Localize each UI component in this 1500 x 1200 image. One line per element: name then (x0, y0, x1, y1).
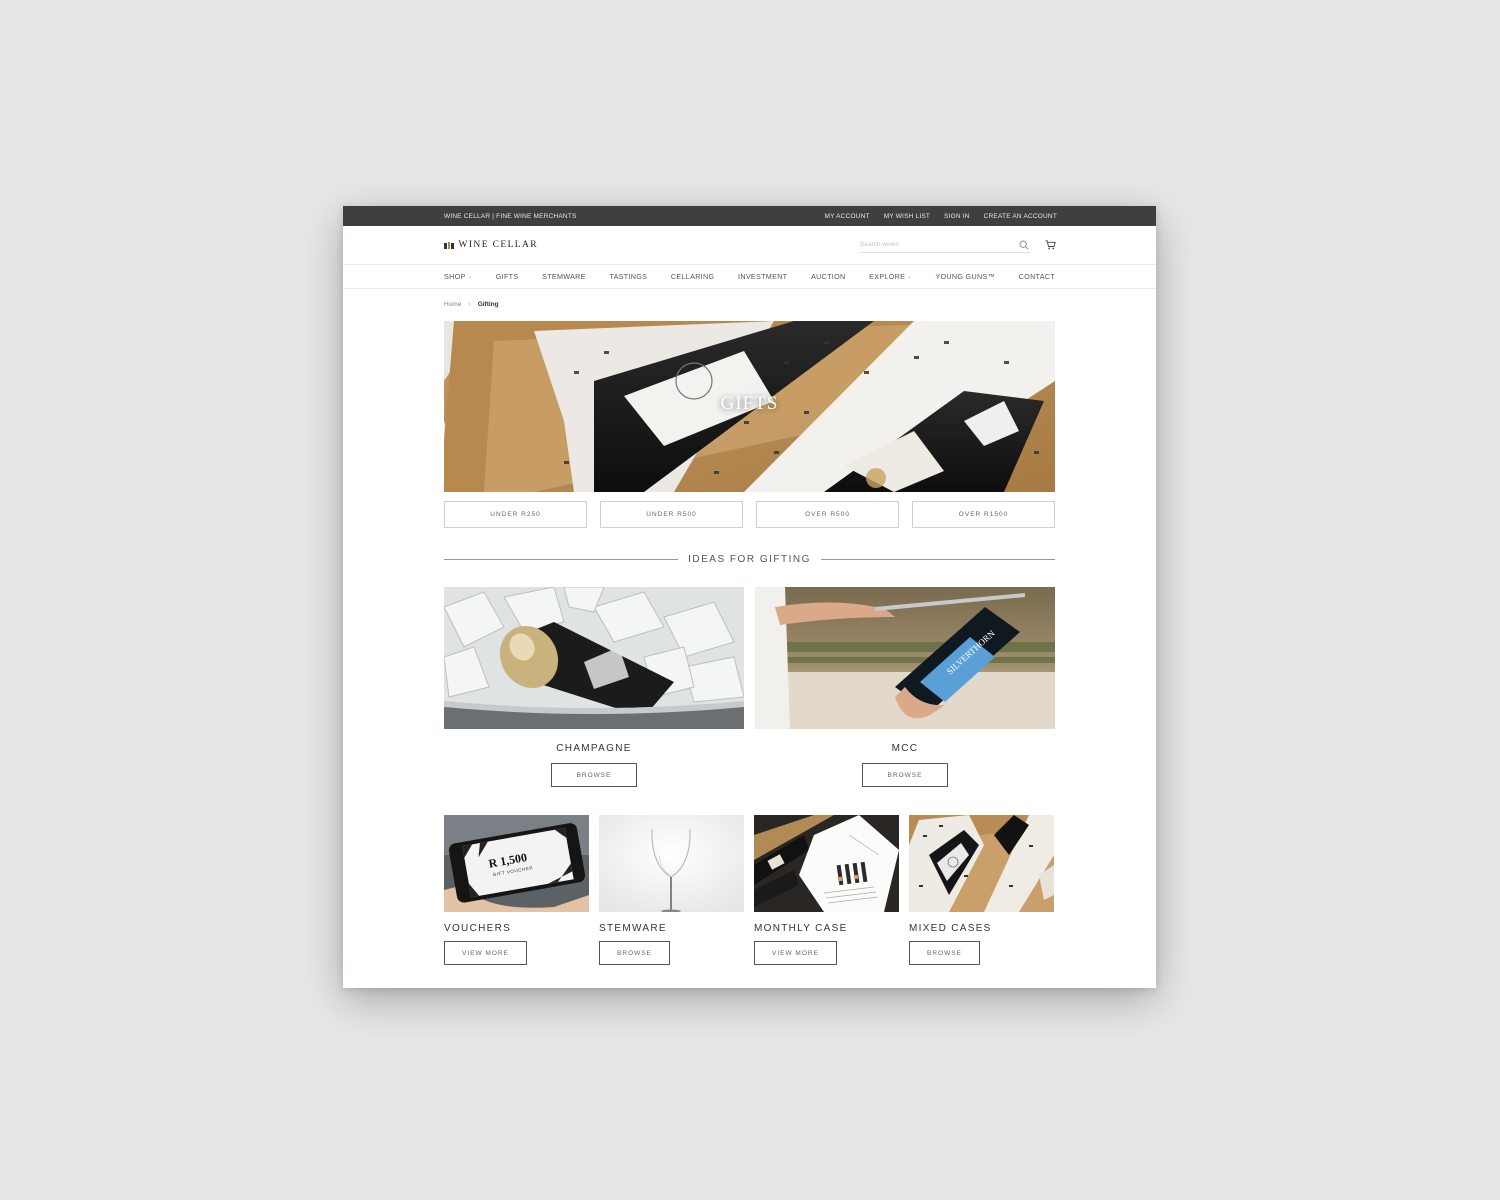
nav-label: SHOP (444, 272, 466, 281)
breadcrumb-home-link[interactable]: Home (444, 301, 461, 308)
over-r500-button[interactable]: OVER R500 (756, 501, 899, 528)
monthly-case-card: MONTHLY CASE VIEW MORE (754, 815, 899, 965)
nav-item-shop[interactable]: SHOP ⌄ (444, 272, 472, 281)
site-header: WINE CELLAR (343, 226, 1156, 265)
nav-item-contact[interactable]: CONTACT (1019, 272, 1055, 281)
create-account-link[interactable]: CREATE AN ACCOUNT (984, 213, 1057, 220)
website-page: WINE CELLAR | FINE WINE MERCHANTS MY ACC… (343, 206, 1156, 988)
search-box (860, 238, 1030, 253)
site-logo[interactable]: WINE CELLAR (444, 240, 538, 250)
breadcrumb-current: Gifting (477, 301, 499, 308)
hero-title: GIFTS (720, 393, 779, 414)
under-r250-button[interactable]: UNDER R250 (444, 501, 587, 528)
search-icon[interactable] (1018, 239, 1030, 251)
nav-item-gifts[interactable]: GIFTS (496, 272, 519, 281)
search-input[interactable] (860, 241, 1000, 248)
nav-item-stemware[interactable]: STEMWARE (542, 272, 586, 281)
hero-banner: GIFTS (444, 321, 1055, 492)
champagne-image[interactable] (444, 587, 744, 729)
mcc-title: MCC (891, 743, 919, 754)
logo-mark-icon (444, 241, 454, 249)
nav-item-young-guns[interactable]: YOUNG GUNS™ (935, 272, 995, 281)
nav-item-investment[interactable]: INVESTMENT (738, 272, 787, 281)
monthly-case-title: MONTHLY CASE (754, 923, 848, 934)
my-account-link[interactable]: MY ACCOUNT (824, 213, 869, 220)
stemware-title: STEMWARE (599, 923, 667, 934)
mixed-cases-image[interactable] (909, 815, 1054, 912)
site-tagline: WINE CELLAR | FINE WINE MERCHANTS (444, 212, 577, 220)
main-nav: SHOP ⌄ GIFTS STEMWARE TASTINGS CELLARING … (343, 265, 1156, 289)
sign-in-link[interactable]: SIGN IN (944, 213, 970, 220)
stemware-browse-button[interactable]: BROWSE (599, 941, 670, 965)
breadcrumb: Home › Gifting (343, 289, 1156, 320)
nav-label: EXPLORE (869, 272, 906, 281)
champagne-browse-button[interactable]: BROWSE (551, 763, 637, 787)
mixed-cases-title: MIXED CASES (909, 923, 992, 934)
mcc-image[interactable]: SILVERTHORN (755, 587, 1055, 729)
nav-item-tastings[interactable]: TASTINGS (609, 272, 647, 281)
monthly-case-view-more-button[interactable]: VIEW MORE (754, 941, 837, 965)
champagne-title: CHAMPAGNE (556, 743, 632, 754)
cart-icon[interactable] (1044, 239, 1056, 251)
mcc-card: SILVERTHORN MCC BROWSE (755, 587, 1055, 787)
vouchers-view-more-button[interactable]: VIEW MORE (444, 941, 527, 965)
mixed-cases-browse-button[interactable]: BROWSE (909, 941, 980, 965)
section-title: IDEAS FOR GIFTING (688, 554, 811, 565)
nav-item-cellaring[interactable]: CELLARING (671, 272, 714, 281)
stemware-image[interactable] (599, 815, 744, 912)
over-r1500-button[interactable]: OVER R1500 (912, 501, 1055, 528)
nav-item-explore[interactable]: EXPLORE ⌄ (869, 272, 912, 281)
ideas-heading: IDEAS FOR GIFTING (444, 554, 1056, 565)
mcc-browse-button[interactable]: BROWSE (862, 763, 948, 787)
stemware-card: STEMWARE BROWSE (599, 815, 744, 965)
monthly-case-image[interactable] (754, 815, 899, 912)
champagne-card: CHAMPAGNE BROWSE (444, 587, 744, 787)
top-bar: WINE CELLAR | FINE WINE MERCHANTS MY ACC… (343, 206, 1156, 226)
chevron-down-icon: ⌄ (467, 273, 473, 280)
nav-item-auction[interactable]: AUCTION (811, 272, 845, 281)
divider (820, 559, 1056, 560)
my-wish-list-link[interactable]: MY WISH LIST (884, 213, 930, 220)
mixed-cases-card: MIXED CASES BROWSE (909, 815, 1054, 965)
divider (444, 559, 679, 560)
chevron-down-icon: ⌄ (907, 273, 912, 280)
chevron-right-icon: › (468, 301, 471, 308)
logo-text: WINE CELLAR (458, 240, 539, 250)
price-filter-row: UNDER R250 UNDER R500 OVER R500 OVER R15… (444, 501, 1055, 528)
vouchers-card: R 1,500 GIFT VOUCHER VOUCHERS VIEW MORE (444, 815, 589, 965)
vouchers-title: VOUCHERS (444, 923, 512, 934)
account-links: MY ACCOUNT MY WISH LIST SIGN IN CREATE A… (824, 213, 1057, 220)
header-actions (860, 238, 1056, 253)
under-r500-button[interactable]: UNDER R500 (600, 501, 743, 528)
vouchers-image[interactable]: R 1,500 GIFT VOUCHER (444, 815, 589, 912)
